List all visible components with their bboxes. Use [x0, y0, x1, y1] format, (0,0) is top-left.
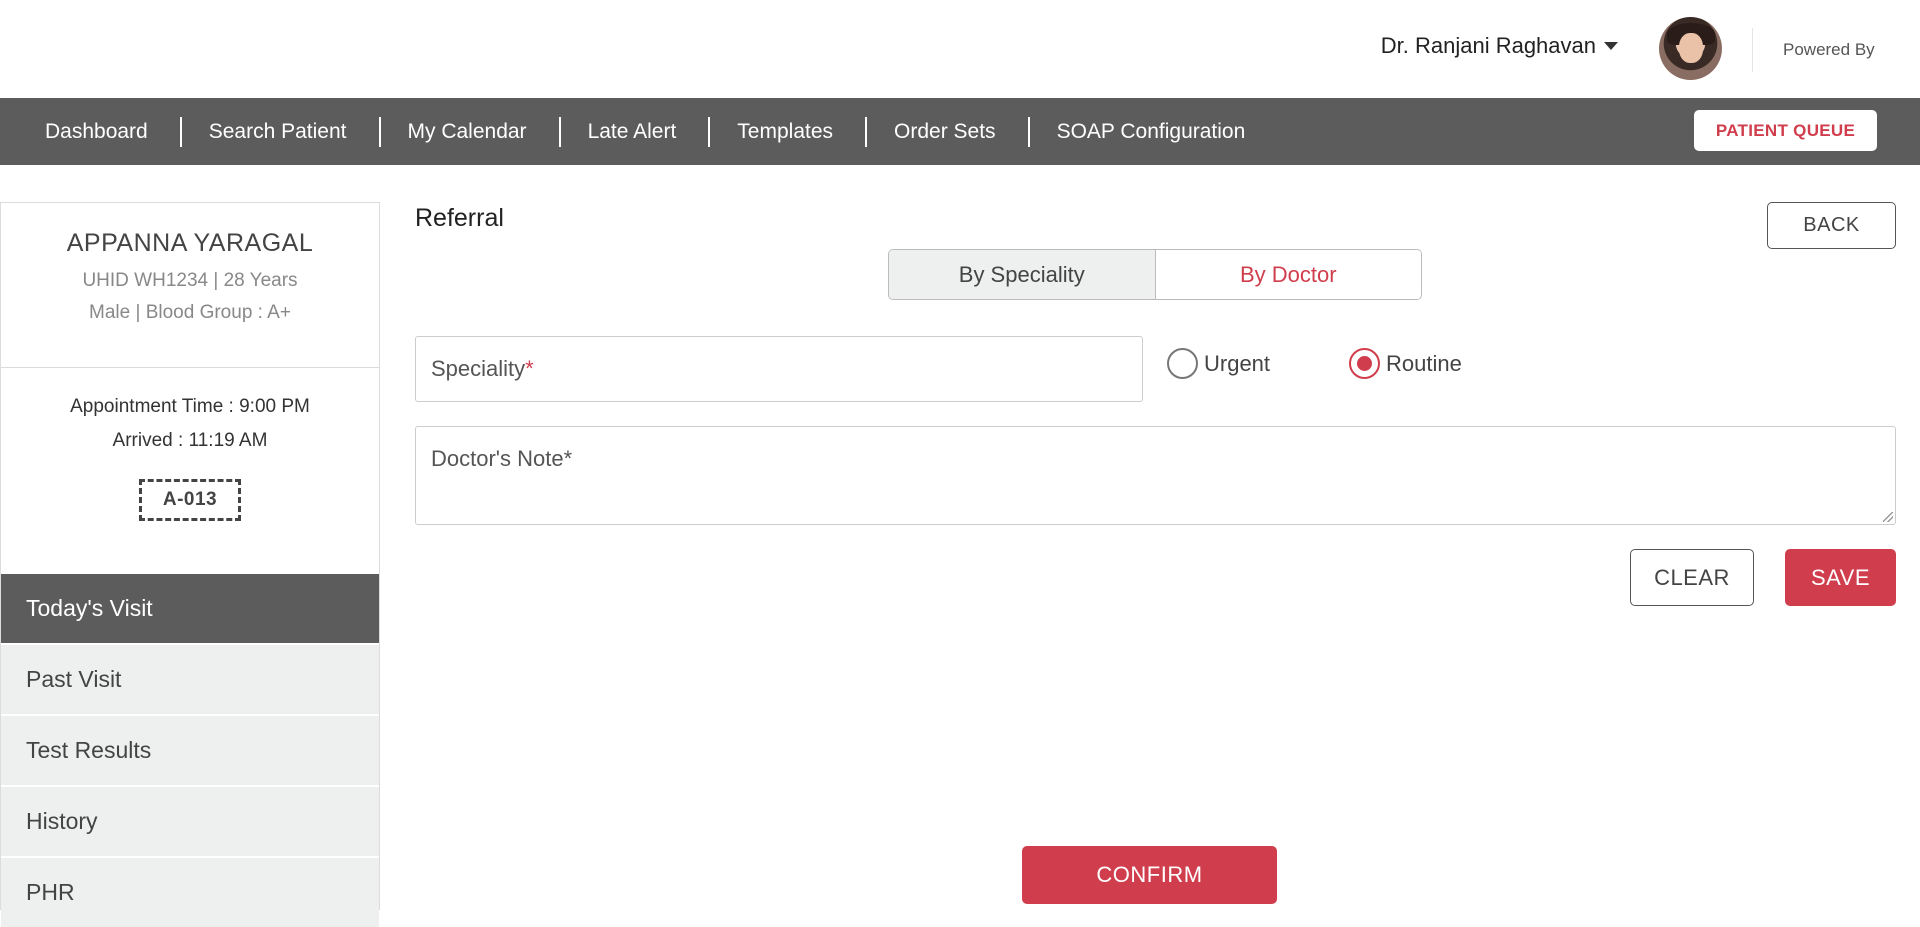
routine-radio[interactable]: [1349, 348, 1380, 379]
patient-sidebar: APPANNA YARAGAL UHID WH1234 | 28 Years M…: [0, 202, 380, 927]
by-doctor-tab[interactable]: By Doctor: [1155, 250, 1421, 299]
nav-item-dashboard[interactable]: Dashboard: [45, 120, 148, 144]
sidebar-item-test-results[interactable]: Test Results: [1, 716, 379, 785]
urgent-label: Urgent: [1204, 350, 1271, 376]
patient-queue-button[interactable]: PATIENT QUEUE: [1694, 110, 1877, 151]
powered-by-label: Powered By: [1783, 40, 1875, 59]
patient-gender-blood: Male | Blood Group : A+: [89, 302, 291, 323]
patient-info: APPANNA YARAGAL UHID WH1234 | 28 Years M…: [1, 203, 379, 368]
speciality-placeholder: Speciality: [431, 356, 526, 381]
sidebar-item-phr[interactable]: PHR: [1, 858, 379, 927]
nav-list: Dashboard Search Patient My Calendar Lat…: [0, 98, 1245, 165]
speciality-select[interactable]: Speciality*: [415, 336, 1143, 402]
nav-separator: [708, 116, 711, 147]
page-title: Referral: [415, 204, 504, 232]
routine-label: Routine: [1386, 350, 1462, 376]
nav-item-templates[interactable]: Templates: [737, 120, 833, 144]
required-mark: *: [525, 356, 534, 381]
back-button[interactable]: BACK: [1767, 202, 1896, 249]
doctors-note-textarea[interactable]: Doctor's Note*: [415, 426, 1896, 525]
patient-uhid-age: UHID WH1234 | 28 Years: [82, 270, 298, 291]
avatar[interactable]: [1659, 17, 1722, 80]
resize-handle-icon[interactable]: [1883, 512, 1893, 522]
patient-name: APPANNA YARAGAL: [66, 229, 314, 257]
top-header: Dr. Ranjani Raghavan Powered By: [0, 0, 1920, 98]
appointment-time: Appointment Time : 9:00 PM: [70, 396, 310, 417]
user-menu[interactable]: Dr. Ranjani Raghavan: [1381, 33, 1618, 59]
header-divider: [1752, 28, 1753, 72]
doctors-note-placeholder: Doctor's Note*: [431, 446, 573, 471]
sidebar-item-history[interactable]: History: [1, 787, 379, 856]
user-name: Dr. Ranjani Raghavan: [1380, 33, 1596, 58]
nav-item-search-patient[interactable]: Search Patient: [209, 120, 347, 144]
caret-down-icon: [1604, 42, 1618, 50]
urgent-radio-option[interactable]: Urgent: [1167, 348, 1270, 379]
routine-radio-option[interactable]: Routine: [1349, 348, 1462, 379]
by-speciality-tab[interactable]: By Speciality: [889, 250, 1156, 299]
nav-item-late-alert[interactable]: Late Alert: [588, 120, 677, 144]
urgent-radio[interactable]: [1167, 348, 1198, 379]
save-button[interactable]: SAVE: [1785, 549, 1896, 606]
main-nav: Dashboard Search Patient My Calendar Lat…: [0, 98, 1920, 165]
nav-item-soap-configuration[interactable]: SOAP Configuration: [1057, 120, 1246, 144]
token-badge: A-013: [139, 479, 241, 521]
sidebar-item-todays-visit[interactable]: Today's Visit: [1, 574, 379, 643]
nav-item-order-sets[interactable]: Order Sets: [894, 120, 996, 144]
clear-button[interactable]: CLEAR: [1630, 549, 1754, 606]
nav-separator: [1027, 116, 1030, 147]
confirm-button[interactable]: CONFIRM: [1022, 846, 1277, 904]
nav-separator: [558, 116, 561, 147]
sidebar-item-past-visit[interactable]: Past Visit: [1, 645, 379, 714]
arrived-time: Arrived : 11:19 AM: [112, 430, 268, 451]
nav-separator: [179, 116, 182, 147]
nav-item-my-calendar[interactable]: My Calendar: [408, 120, 527, 144]
referral-type-toggle: By Speciality By Doctor: [888, 249, 1422, 300]
appointment-info: Appointment Time : 9:00 PM Arrived : 11:…: [1, 368, 379, 574]
nav-separator: [865, 116, 868, 147]
nav-separator: [378, 116, 381, 147]
avatar-face: [1679, 33, 1703, 63]
